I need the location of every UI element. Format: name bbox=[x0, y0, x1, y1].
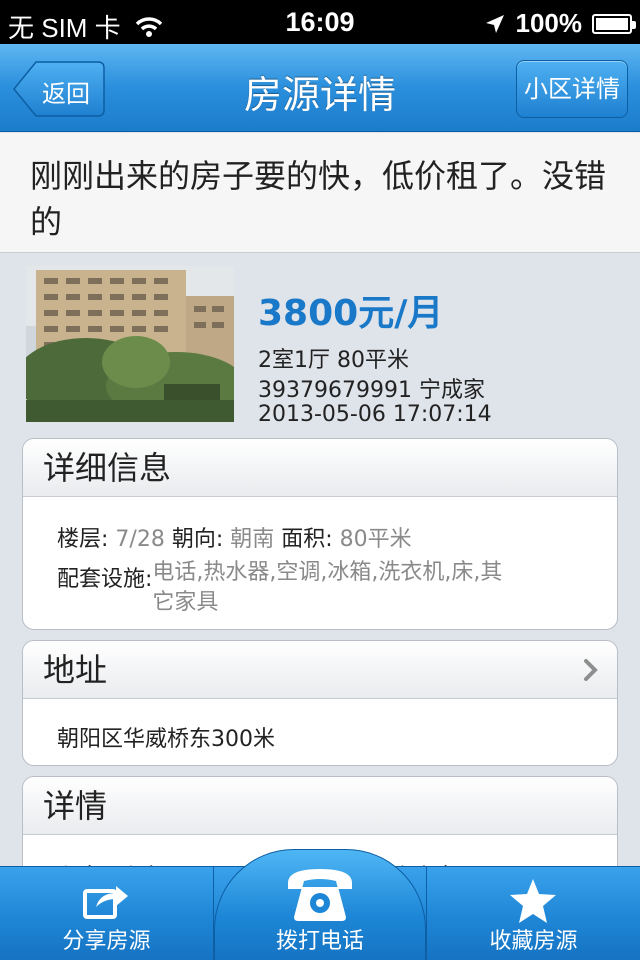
description-card-title: 详情 bbox=[23, 777, 617, 835]
floor-value: 7/28 bbox=[115, 527, 165, 552]
facilities-value: 电话,热水器,空调,冰箱,洗衣机,床,其 它家具 bbox=[152, 558, 502, 618]
details-card: 详细信息 楼层: 7/28 朝向: 朝南 面积: 80平米 配套设施: 电话,热… bbox=[22, 438, 618, 630]
call-label: 拨打电话 bbox=[275, 929, 364, 954]
orientation-label: 朝向: bbox=[171, 527, 231, 552]
orientation-value: 朝南 bbox=[230, 527, 275, 552]
battery-percent: 100% bbox=[515, 8, 583, 38]
favorite-listing-label: 收藏房源 bbox=[489, 929, 578, 954]
share-listing-label: 分享房源 bbox=[62, 929, 151, 954]
chevron-right-icon bbox=[584, 659, 598, 681]
floor-label: 楼层: bbox=[57, 527, 116, 552]
bottom-tab-bar: 分享房源 拨打电话 收藏房源 bbox=[0, 849, 640, 960]
area-value: 80平米 bbox=[339, 527, 412, 552]
share-listing-tab[interactable]: 分享房源 bbox=[0, 867, 213, 960]
listing-headline: 刚刚出来的房子要的快，低价租了。没错的 bbox=[0, 133, 640, 253]
phone-icon bbox=[288, 869, 352, 921]
call-tab[interactable]: 拨打电话 bbox=[214, 867, 426, 960]
community-details-button[interactable]: 小区详情 bbox=[516, 60, 628, 118]
address-card-title: 地址 bbox=[43, 651, 108, 689]
address-card-header[interactable]: 地址 bbox=[23, 641, 617, 699]
battery-icon bbox=[592, 13, 636, 34]
posted-time: 2013-05-06 17:07:14 bbox=[258, 402, 492, 427]
location-arrow-icon bbox=[485, 14, 504, 33]
rent-price: 3800元/月 bbox=[258, 293, 444, 334]
navigation-bar: 返回 房源详情 小区详情 bbox=[0, 44, 640, 132]
contact-info: 39379679991 宁成家 bbox=[258, 378, 485, 403]
status-bar: 无 SIM 卡 16:09 100% bbox=[0, 0, 640, 44]
favorite-listing-tab[interactable]: 收藏房源 bbox=[427, 867, 640, 960]
facilities-line-1: 电话,热水器,空调,冰箱,洗衣机,床,其 bbox=[152, 560, 503, 585]
address-card[interactable]: 地址 朝阳区华威桥东300米 bbox=[22, 640, 618, 766]
star-icon bbox=[510, 879, 556, 923]
details-card-title: 详细信息 bbox=[23, 439, 617, 497]
facilities-row: 配套设施: 电话,热水器,空调,冰箱,洗衣机,床,其 它家具 bbox=[57, 558, 617, 618]
facilities-line-2: 它家具 bbox=[152, 590, 219, 615]
facilities-label: 配套设施: bbox=[57, 567, 153, 592]
building-photo-image bbox=[26, 266, 234, 422]
address-value: 朝阳区华威桥东300米 bbox=[57, 727, 275, 752]
floor-orientation-area-row: 楼层: 7/28 朝向: 朝南 面积: 80平米 bbox=[57, 521, 617, 553]
property-photo[interactable] bbox=[26, 266, 234, 422]
listing-summary: 3800元/月 2室1厅 80平米 39379679991 宁成家 2013-0… bbox=[0, 254, 640, 436]
share-icon bbox=[83, 886, 128, 919]
area-label: 面积: bbox=[281, 527, 340, 552]
layout-area: 2室1厅 80平米 bbox=[258, 348, 409, 373]
